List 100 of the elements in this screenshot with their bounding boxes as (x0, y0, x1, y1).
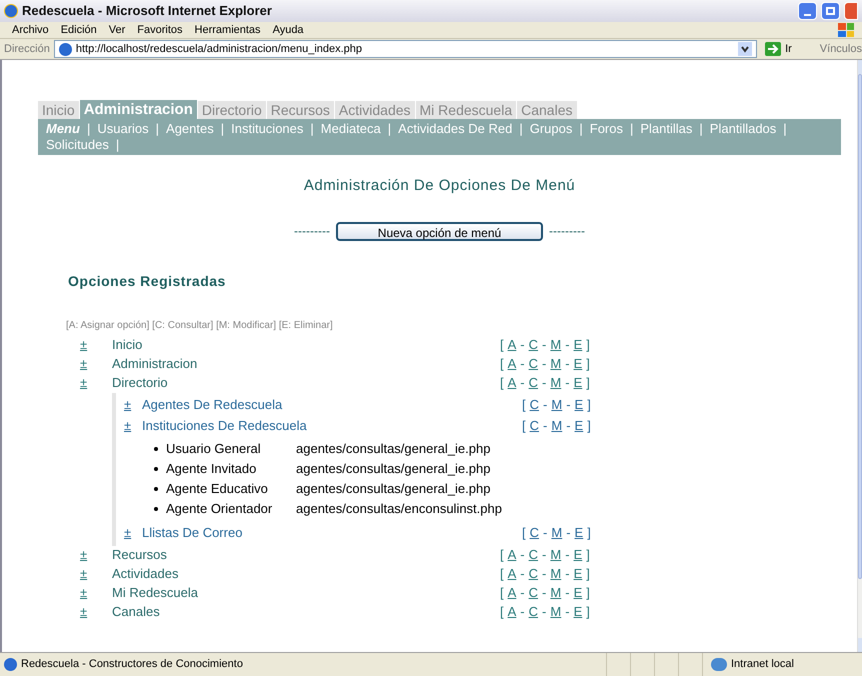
menu-item[interactable]: Ver (102, 22, 132, 38)
nav-tab[interactable]: Directorio (198, 101, 267, 119)
action-link[interactable]: M (548, 564, 564, 584)
action-link[interactable]: M (548, 354, 564, 374)
action-link[interactable]: M (549, 416, 564, 436)
action-link[interactable]: E (572, 523, 586, 543)
legend: [A: Asignar opción] [C: Consultar] [M: Modificar] [E: Eliminar] (66, 318, 841, 332)
nav-tab[interactable]: Inicio (38, 101, 80, 119)
action-link[interactable]: A (506, 602, 518, 622)
action-link[interactable]: A (506, 373, 518, 393)
toggle-link[interactable]: ± (78, 602, 112, 622)
toggle-link[interactable]: ± (78, 564, 112, 584)
dropdown-icon[interactable] (738, 42, 752, 56)
dash: - (565, 565, 570, 584)
dash: - (542, 603, 546, 622)
action-link[interactable]: E (572, 416, 586, 436)
page-heading: Administración De Opciones De Menú (302, 176, 576, 196)
toggle-link[interactable]: ± (124, 395, 142, 415)
action-link[interactable]: C (528, 416, 542, 436)
page-icon (4, 658, 17, 671)
action-link[interactable]: M (548, 583, 564, 603)
dash: - (520, 336, 525, 354)
nav-tab[interactable]: Actividades (334, 101, 416, 119)
action-link[interactable]: A (506, 545, 518, 565)
close-button[interactable] (844, 2, 858, 20)
bracket: [ (522, 524, 526, 542)
go-button[interactable]: Ir (761, 40, 796, 58)
action-link[interactable]: E (572, 602, 584, 622)
maximize-button[interactable] (821, 2, 840, 20)
action-link[interactable]: C (526, 602, 540, 622)
action-link[interactable]: C (526, 373, 540, 393)
action-link[interactable]: C (526, 564, 540, 584)
action-link[interactable]: E (572, 564, 584, 584)
dash: - (542, 584, 546, 602)
toggle-link[interactable]: ± (78, 545, 112, 565)
action-link[interactable]: M (548, 602, 564, 622)
new-option-button[interactable]: Nueva opción de menú (336, 222, 543, 240)
bracket: [ (500, 374, 504, 392)
toggle-link[interactable]: ± (124, 416, 142, 436)
toggle-link[interactable]: ± (78, 335, 112, 355)
action-link[interactable]: A (506, 335, 518, 355)
menu-item[interactable]: Herramientas (188, 22, 267, 38)
minimize-button[interactable] (798, 2, 817, 20)
separator: | (220, 121, 226, 137)
toggle-link[interactable]: ± (124, 523, 142, 543)
action-link[interactable]: M (548, 545, 564, 565)
action-link[interactable]: C (526, 545, 540, 565)
bracket: ] (586, 603, 590, 622)
separator: | (578, 121, 584, 137)
action-link[interactable]: E (572, 335, 584, 355)
bracket: ] (586, 584, 590, 602)
action-link[interactable]: C (526, 583, 540, 603)
action-link[interactable]: A (506, 354, 518, 374)
option-path: agentes/consultas/general_ie.php (296, 440, 490, 458)
toggle-link[interactable]: ± (78, 373, 112, 393)
action-link[interactable]: C (528, 523, 542, 543)
action-link[interactable]: C (528, 395, 542, 415)
dash: - (520, 584, 525, 602)
bracket: ] (586, 336, 590, 354)
action-link[interactable]: M (548, 373, 564, 393)
menu-item[interactable]: Archivo (6, 22, 55, 38)
menu-option: Agentes De Redescuela (142, 395, 282, 415)
dash: - (565, 355, 570, 374)
action-link[interactable]: E (572, 354, 584, 374)
bullet-icon (154, 446, 158, 450)
bullet-icon (154, 466, 158, 470)
menu-option: Administracion (112, 354, 198, 374)
toggle-link[interactable]: ± (78, 583, 112, 603)
separator: | (782, 121, 788, 137)
nav-tab[interactable]: Canales (517, 101, 578, 119)
menu-item[interactable]: Favoritos (131, 22, 189, 38)
action-link[interactable]: E (572, 545, 584, 565)
action-link[interactable]: C (526, 335, 540, 355)
section-title: Opciones Registradas (68, 272, 227, 291)
option-label: Agente Educativo (166, 480, 269, 498)
action-link[interactable]: E (572, 373, 584, 393)
separator: | (628, 121, 634, 137)
action-link[interactable]: M (549, 523, 564, 543)
separator: | (86, 121, 92, 137)
action-link[interactable]: A (506, 583, 518, 603)
browser-icon (4, 4, 18, 18)
dash: - (565, 603, 570, 622)
bracket: ] (587, 524, 591, 542)
option-label: Usuario General (166, 440, 262, 458)
dash: - (542, 336, 546, 354)
arrow-icon (765, 42, 782, 56)
toggle-link[interactable]: ± (78, 354, 112, 374)
nav-tab[interactable]: Mi Redescuela (416, 101, 518, 119)
dash: - (543, 396, 548, 414)
action-link[interactable]: M (549, 395, 564, 415)
action-link[interactable]: M (548, 335, 564, 355)
action-link[interactable]: A (506, 564, 518, 584)
address-field[interactable]: http://localhost/redescuela/administracion/menu_index.php (54, 40, 758, 58)
action-link[interactable]: E (572, 583, 584, 603)
menu-item[interactable]: Edición (54, 22, 103, 38)
nav-tab[interactable]: Recursos (266, 101, 335, 119)
action-link[interactable]: C (526, 354, 540, 374)
action-link[interactable]: E (572, 395, 586, 415)
zone-text: Intranet local (731, 657, 794, 672)
menu-item[interactable]: Ayuda (266, 22, 310, 38)
